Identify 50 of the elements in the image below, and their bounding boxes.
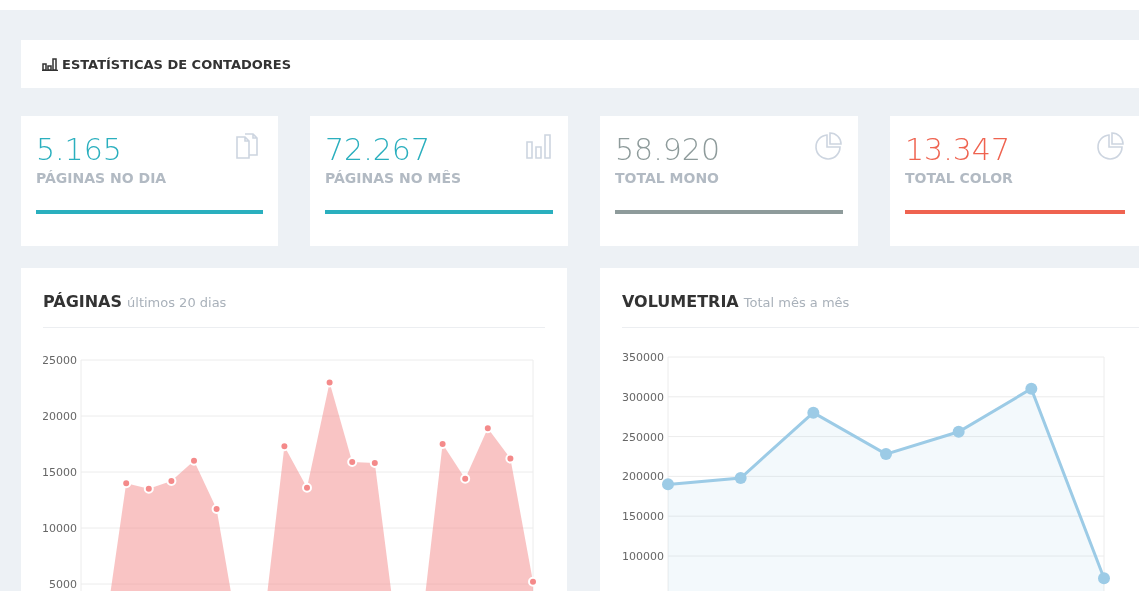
data-point bbox=[1098, 572, 1110, 585]
chart-title: VOLUMETRIA bbox=[622, 292, 739, 311]
axis-tick-label: 100000 bbox=[622, 550, 664, 563]
stat-value: 58.920 bbox=[615, 132, 720, 168]
stat-value: 72.267 bbox=[325, 132, 431, 168]
axis-tick-label: 250000 bbox=[622, 430, 664, 444]
axis-tick-label: 200000 bbox=[622, 470, 664, 484]
stat-label: TOTAL COLOR bbox=[905, 170, 1013, 186]
pie-chart-icon bbox=[814, 132, 843, 161]
data-point bbox=[189, 455, 199, 466]
data-point bbox=[952, 425, 965, 438]
data-point bbox=[880, 448, 892, 461]
axis-tick-label: 15000 bbox=[43, 466, 77, 479]
data-point bbox=[211, 503, 222, 514]
chart-subtitle: últimos 20 dias bbox=[127, 295, 227, 310]
axis-tick-label: 5000 bbox=[49, 578, 77, 591]
data-point bbox=[324, 377, 335, 388]
stat-label: TOTAL MONO bbox=[615, 170, 720, 186]
chart-title: PÁGINAS bbox=[43, 292, 123, 311]
stat-label: PÁGINAS NO MÊS bbox=[325, 170, 462, 186]
axis-tick-label: 300000 bbox=[622, 390, 664, 404]
data-point bbox=[460, 473, 471, 484]
pie-chart-icon bbox=[1096, 132, 1125, 161]
data-point bbox=[1025, 382, 1038, 395]
data-point bbox=[369, 458, 380, 469]
axis-tick-label: 25000 bbox=[43, 354, 77, 367]
stat-value: 5.165 bbox=[36, 132, 123, 168]
data-point bbox=[482, 423, 493, 434]
data-point bbox=[807, 406, 820, 419]
section-title: ESTATÍSTICAS DE CONTADORES bbox=[62, 56, 292, 72]
data-point bbox=[662, 478, 674, 491]
stat-value: 13.347 bbox=[905, 132, 1011, 168]
data-point bbox=[528, 576, 538, 587]
data-point bbox=[302, 482, 312, 493]
data-point bbox=[734, 472, 747, 484]
stat-label: PÁGINAS NO DIA bbox=[36, 170, 167, 186]
data-point bbox=[121, 478, 132, 489]
data-point bbox=[347, 456, 358, 467]
chart-subtitle: Total mês a mês bbox=[743, 295, 850, 310]
data-point bbox=[279, 441, 290, 452]
data-point bbox=[437, 439, 448, 449]
data-point bbox=[143, 483, 154, 494]
bar-chart-icon bbox=[525, 132, 553, 160]
axis-tick-label: 350000 bbox=[622, 351, 664, 364]
axis-tick-label: 10000 bbox=[43, 522, 77, 535]
data-point bbox=[166, 475, 177, 486]
axis-tick-label: 150000 bbox=[622, 510, 664, 524]
data-point bbox=[505, 453, 516, 464]
axis-tick-label: 20000 bbox=[43, 410, 77, 423]
bar-chart-icon bbox=[42, 57, 58, 71]
